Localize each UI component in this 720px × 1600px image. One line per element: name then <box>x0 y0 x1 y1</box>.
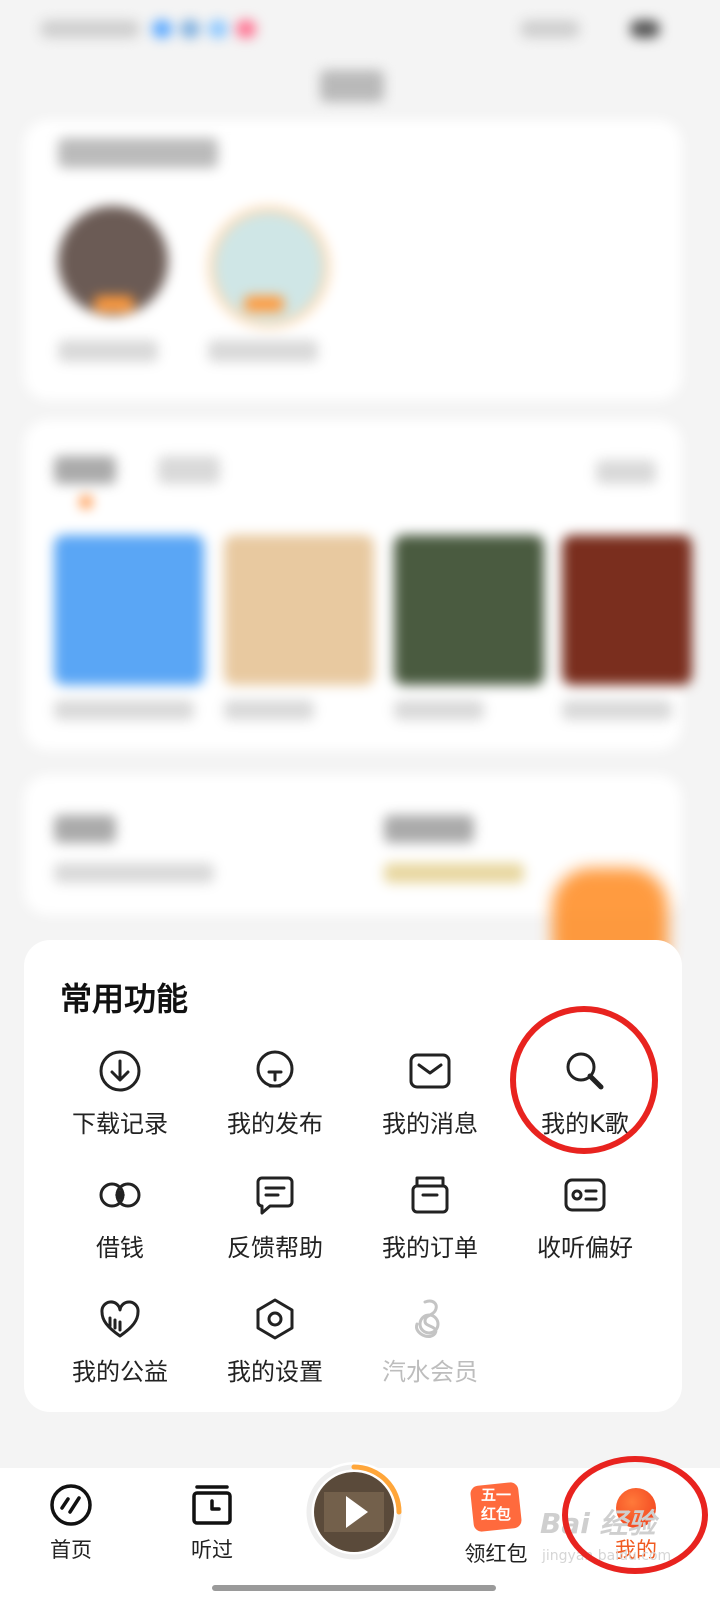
item-label: 我的订单 <box>382 1234 478 1262</box>
my-messages-item[interactable]: 我的消息 <box>355 1048 505 1158</box>
soda-member-icon <box>415 1299 440 1338</box>
message-icon <box>409 1053 451 1089</box>
section-title: 常用功能 <box>60 980 189 1018</box>
page-title <box>320 70 384 102</box>
item-label: 我的发布 <box>227 1110 323 1138</box>
item-label: 反馈帮助 <box>227 1234 323 1262</box>
content-thumbnail[interactable] <box>224 535 374 685</box>
history-icon <box>192 1485 232 1525</box>
my-karaoke-item[interactable]: 我的K歌 <box>510 1048 660 1158</box>
listening-preference-item[interactable]: 收听偏好 <box>510 1172 660 1282</box>
blurred-background <box>0 0 720 950</box>
red-packet-icon: 五一 红包 <box>468 1481 524 1533</box>
tab-history[interactable]: 听过 <box>162 1482 262 1564</box>
item-label: 我的公益 <box>72 1358 168 1386</box>
feedback-icon <box>256 1176 294 1215</box>
tab-home[interactable]: 首页 <box>21 1482 121 1564</box>
content-thumbnail[interactable] <box>54 535 204 685</box>
home-indicator <box>212 1585 496 1591</box>
loan-icon <box>99 1182 141 1208</box>
watermark-logo: Bai 经验 <box>540 1507 656 1540</box>
followed-hosts-card <box>24 120 682 400</box>
item-label: 汽水会员 <box>382 1358 478 1386</box>
red-packet-badge-bottom: 红包 <box>480 1505 511 1523</box>
content-thumbnail[interactable] <box>394 535 544 685</box>
status-bar <box>40 14 680 44</box>
feedback-help-item[interactable]: 反馈帮助 <box>200 1172 350 1282</box>
item-label: 我的K歌 <box>541 1110 629 1138</box>
my-orders-item[interactable]: 我的订单 <box>355 1172 505 1282</box>
item-label: 下载记录 <box>72 1110 168 1138</box>
my-charity-item[interactable]: 我的公益 <box>45 1296 195 1406</box>
karaoke-icon <box>566 1052 604 1090</box>
item-label: 我的设置 <box>227 1358 323 1386</box>
download-records-item[interactable]: 下载记录 <box>45 1048 195 1158</box>
item-label: 我的消息 <box>382 1110 478 1138</box>
watermark-url: jingyan.baidu.com <box>542 1548 672 1564</box>
tab-label: 首页 <box>50 1538 92 1562</box>
play-icon <box>306 1464 402 1560</box>
content-thumbnail[interactable] <box>562 535 692 685</box>
item-label: 收听偏好 <box>537 1234 633 1262</box>
my-settings-item[interactable]: 我的设置 <box>200 1296 350 1406</box>
charity-icon <box>100 1300 140 1338</box>
soda-member-item[interactable]: 汽水会员 <box>355 1296 505 1406</box>
loan-item[interactable]: 借钱 <box>45 1172 195 1282</box>
order-icon <box>411 1176 449 1214</box>
common-functions-card: 常用功能 下载记录 我的发布 我的消息 我的K歌 借钱 反馈帮助 我的订单 收听… <box>24 940 682 1412</box>
tab-red-packet[interactable]: 五一 红包 领红包 <box>446 1481 546 1568</box>
now-playing-button[interactable] <box>304 1462 404 1562</box>
publish-icon <box>256 1050 294 1088</box>
settings-icon <box>256 1298 294 1340</box>
tab-label: 领红包 <box>464 1542 528 1566</box>
item-label: 借钱 <box>96 1234 144 1262</box>
download-icon <box>99 1050 141 1092</box>
red-packet-badge-top: 五一 <box>480 1486 511 1504</box>
home-icon <box>50 1484 92 1526</box>
tab-label: 听过 <box>191 1538 233 1562</box>
preference-icon <box>564 1178 606 1212</box>
my-publish-item[interactable]: 我的发布 <box>200 1048 350 1158</box>
